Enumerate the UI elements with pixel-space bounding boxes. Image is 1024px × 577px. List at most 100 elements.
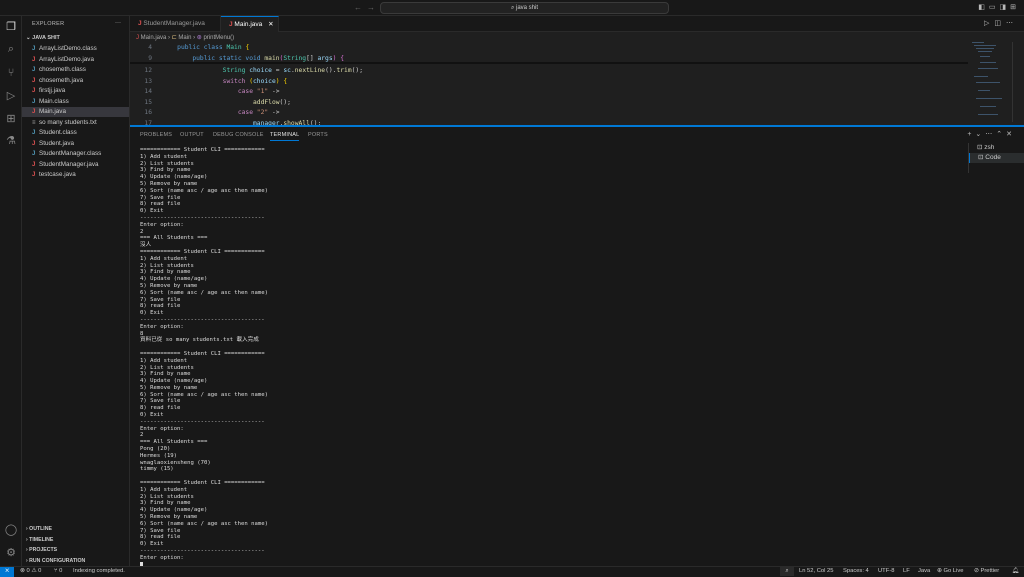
run-debug-icon[interactable]: ▷ bbox=[4, 89, 18, 103]
code-token: case bbox=[237, 88, 257, 95]
file-item[interactable]: Jtestcase.java bbox=[22, 170, 129, 180]
search-icon[interactable]: ⌕ bbox=[4, 42, 18, 56]
file-item[interactable]: J StudentManager.java bbox=[22, 160, 129, 170]
breadcrumb-file[interactable]: Main.java bbox=[141, 35, 167, 41]
terminal-line: 7) Save file bbox=[140, 527, 181, 534]
terminal-code[interactable]: ⊡ Code bbox=[969, 153, 1024, 163]
file-item[interactable]: Jfirstjj.java bbox=[22, 86, 129, 96]
section-run-configuration[interactable]: › RUN CONFIGURATION bbox=[26, 558, 85, 564]
tab-studentmanager-java[interactable]: J StudentManager.java bbox=[130, 16, 221, 32]
notifications-bell-icon[interactable]: 🔔︎ bbox=[1012, 567, 1019, 576]
code-line: 16 case "2" -> bbox=[130, 108, 968, 119]
line-number: 12 bbox=[144, 67, 152, 74]
prettier-button[interactable]: ⊘ Prettier bbox=[974, 567, 999, 576]
panel-tab-debug-console[interactable]: DEBUG CONSOLE bbox=[213, 132, 264, 138]
cursor-position[interactable]: Ln 52, Col 25 bbox=[799, 567, 833, 576]
back-button[interactable]: ← bbox=[354, 3, 362, 12]
terminal-actions-add-split-more-maximize-close[interactable]: +⌄⋯⌃✕ bbox=[967, 130, 1016, 138]
line-number: 14 bbox=[144, 88, 152, 95]
editor-actions-run-split-more[interactable]: ▷◫⋯ bbox=[984, 19, 1018, 27]
problems-indicator[interactable]: ⊗ 0 ⚠ 0 bbox=[20, 567, 41, 576]
breadcrumb-method[interactable]: printMenu() bbox=[203, 35, 234, 41]
section-projects[interactable]: › PROJECTS bbox=[26, 547, 57, 553]
code-line: 15 addFlow(); bbox=[130, 98, 968, 109]
tab-main-java[interactable]: J Main.java ✕ bbox=[221, 16, 279, 32]
account-icon[interactable]: ◯ bbox=[4, 523, 18, 537]
zoom-icon[interactable]: ⌕ bbox=[780, 567, 794, 576]
class-file-icon: J bbox=[32, 151, 36, 157]
java-file-icon: J bbox=[32, 161, 36, 168]
file-item[interactable]: J Student.class bbox=[22, 128, 129, 138]
layout-toggle-icons[interactable]: ◧▭◨⊞ bbox=[978, 3, 1020, 11]
terminal-line: 8) read file bbox=[140, 201, 181, 208]
section-outline[interactable]: › OUTLINE bbox=[26, 526, 52, 532]
file-name: StudentManager.java bbox=[39, 160, 99, 168]
terminal-line: === All Students === bbox=[140, 235, 208, 242]
ports-indicator[interactable]: ⑂ 0 bbox=[54, 567, 62, 576]
terminal-line: ============ Student CLI ============ bbox=[140, 350, 265, 357]
terminal-line: 8) read file bbox=[140, 534, 181, 541]
terminal-line: 3) Find by name bbox=[140, 167, 191, 174]
file-item[interactable]: J ArrayListDemo.class bbox=[22, 44, 129, 54]
section-title: PROJECTS bbox=[29, 547, 58, 553]
source-control-icon[interactable]: ⑂ bbox=[4, 66, 18, 80]
panel-tab-problems[interactable]: PROBLEMS bbox=[140, 132, 172, 138]
file-name: Student.java bbox=[39, 139, 75, 147]
file-name: Student.class bbox=[39, 129, 77, 136]
extensions-icon[interactable]: ⊞ bbox=[4, 112, 18, 126]
section-timeline[interactable]: › TIMELINE bbox=[26, 537, 53, 543]
minimap[interactable] bbox=[968, 32, 1024, 125]
file-item[interactable]: Jchosemeth.java bbox=[22, 76, 129, 86]
file-name: ArrayListDemo.java bbox=[39, 55, 94, 63]
explorer-icon[interactable]: ❐ bbox=[4, 20, 18, 34]
terminal-output[interactable]: ============ Student CLI ============ 1) … bbox=[140, 147, 960, 568]
code-token: -> bbox=[271, 109, 280, 116]
file-name: chosemeth.java bbox=[39, 76, 84, 84]
more-actions-icon[interactable]: ··· bbox=[115, 20, 121, 26]
terminal-line: 4) Update (name/age) bbox=[140, 174, 208, 181]
file-item[interactable]: J Student.java bbox=[22, 139, 129, 149]
terminal-line: 4) Update (name/age) bbox=[140, 378, 208, 385]
breadcrumb: J Main.java › ⊏ Main › ⊛ printMenu() bbox=[136, 35, 235, 41]
terminal-line: 4) Update (name/age) bbox=[140, 276, 208, 283]
indentation[interactable]: Spaces: 4 bbox=[843, 567, 869, 576]
close-icon[interactable]: ✕ bbox=[268, 21, 273, 28]
terminal-line: 6) Sort (name asc / age asc then name) bbox=[140, 520, 268, 527]
code-token: choice bbox=[249, 67, 276, 74]
folder-java-shit[interactable]: ⌄ JAVA SHIT bbox=[26, 35, 60, 41]
class-icon: ⊏ bbox=[171, 35, 177, 41]
code-token: trim bbox=[336, 67, 352, 74]
class-file-icon: J bbox=[32, 67, 36, 73]
code-token: (); bbox=[279, 98, 291, 106]
terminal-line: ------------------------------------- bbox=[140, 548, 265, 555]
file-item[interactable]: J Main.class bbox=[22, 97, 129, 107]
command-center-search[interactable]: ⌕ java shit bbox=[380, 2, 669, 14]
prettier-label: Prettier bbox=[980, 568, 1000, 574]
terminal-line: 3) Find by name bbox=[140, 371, 191, 378]
panel-tab-terminal[interactable]: TERMINAL bbox=[270, 132, 300, 141]
file-item[interactable]: J StudentManager.class bbox=[22, 149, 129, 159]
code-token: { bbox=[245, 44, 250, 51]
breadcrumb-class[interactable]: Main bbox=[178, 35, 191, 41]
file-item[interactable]: J ArrayListDemo.java bbox=[22, 55, 129, 65]
terminal-list: ⊡ zsh ⊡ Code bbox=[968, 143, 1024, 173]
terminal-zsh[interactable]: ⊡ zsh bbox=[969, 143, 1024, 153]
code-token: [] bbox=[306, 54, 318, 62]
go-live-button[interactable]: ⊕ Go Live bbox=[937, 567, 963, 576]
file-item[interactable]: ≡ so many students.txt bbox=[22, 118, 129, 128]
code-editor[interactable]: J Main.java › ⊏ Main › ⊛ printMenu() 4 p… bbox=[130, 32, 968, 137]
testing-icon[interactable]: ⚗ bbox=[4, 134, 18, 148]
terminal-line: 2) List students bbox=[140, 493, 194, 500]
end-of-line[interactable]: LF bbox=[903, 567, 910, 576]
code-token: sc bbox=[283, 67, 291, 74]
terminal-line: 6) Sort (name asc / age asc then name) bbox=[140, 289, 268, 296]
file-item[interactable]: J Main.java bbox=[22, 107, 129, 117]
panel-tab-output[interactable]: OUTPUT bbox=[180, 132, 204, 138]
panel-tab-ports[interactable]: PORTS bbox=[308, 132, 328, 138]
terminal-line: 2 bbox=[140, 228, 144, 235]
language-mode[interactable]: Java bbox=[918, 567, 930, 576]
encoding[interactable]: UTF-8 bbox=[878, 567, 894, 576]
settings-gear-icon[interactable]: ⚙ bbox=[4, 546, 18, 560]
file-item[interactable]: Jchosemeth.class bbox=[22, 65, 129, 75]
forward-button[interactable]: → bbox=[367, 3, 375, 12]
